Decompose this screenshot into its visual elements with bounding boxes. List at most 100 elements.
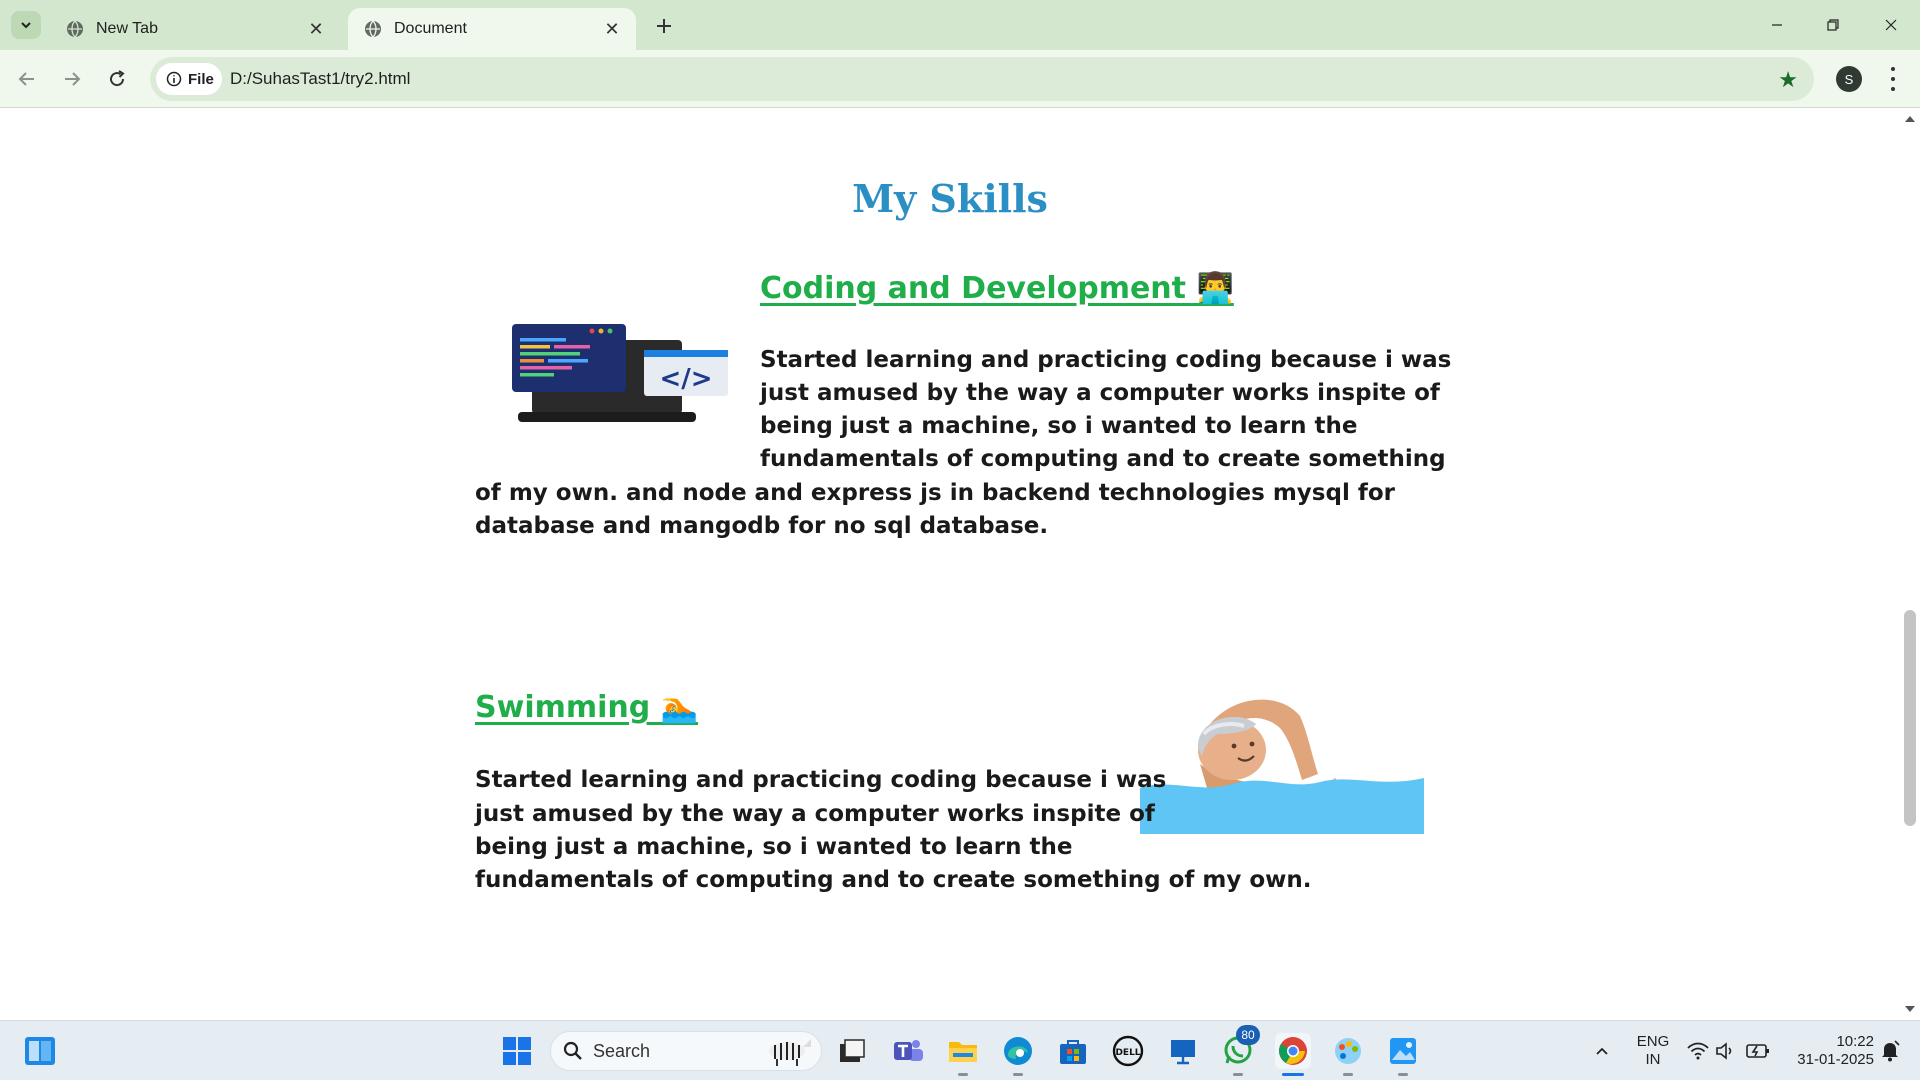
coding-paragraph-line: database and mangodb for no sql database… bbox=[475, 513, 1049, 539]
edge-app[interactable] bbox=[1000, 1033, 1036, 1069]
running-indicator bbox=[1233, 1073, 1243, 1076]
page-title: My Skills bbox=[852, 176, 1048, 221]
globe-icon bbox=[67, 20, 83, 38]
scroll-thumb[interactable] bbox=[1904, 610, 1916, 826]
swimming-paragraph-line: just amused by the way a computer works … bbox=[475, 801, 1155, 827]
monitor-icon bbox=[1171, 1040, 1195, 1065]
running-indicator bbox=[958, 1073, 968, 1076]
svg-text:DELL: DELL bbox=[1115, 1048, 1140, 1058]
swimming-paragraph-line: fundamentals of computing and to create … bbox=[475, 867, 1312, 893]
microsoft-store-app[interactable] bbox=[1055, 1033, 1091, 1069]
chevron-up-icon bbox=[1596, 1047, 1608, 1055]
svg-text:</>: </> bbox=[659, 364, 712, 394]
dell-app[interactable]: DELL bbox=[1110, 1033, 1146, 1069]
chip-label: File bbox=[188, 70, 214, 88]
close-icon bbox=[1885, 19, 1897, 31]
address-bar[interactable]: File D:/SuhasTast1/try2.html ★ bbox=[150, 57, 1814, 101]
photos-app[interactable] bbox=[1385, 1033, 1421, 1069]
tab-search-button[interactable] bbox=[11, 11, 41, 39]
section-heading-swimming: Swimming 🏊 bbox=[475, 690, 699, 725]
teams-icon bbox=[894, 1040, 923, 1061]
restore-button[interactable] bbox=[1810, 8, 1856, 42]
widgets-icon bbox=[25, 1037, 55, 1065]
coding-paragraph-line: fundamentals of computing and to create … bbox=[760, 446, 1446, 472]
tab-title: Document bbox=[394, 20, 467, 37]
task-view-icon bbox=[840, 1039, 865, 1062]
search-icon bbox=[563, 1041, 582, 1060]
volume-control[interactable] bbox=[1708, 1033, 1744, 1069]
minimize-button[interactable] bbox=[1754, 8, 1800, 42]
close-icon[interactable]: ✕ bbox=[602, 19, 622, 39]
globe-icon bbox=[365, 20, 381, 38]
wifi-icon bbox=[1687, 1042, 1709, 1060]
coding-paragraph-line: of my own. and node and express js in ba… bbox=[475, 480, 1395, 506]
profile-initial: S bbox=[1844, 71, 1854, 87]
notification-badge: 80 bbox=[1236, 1025, 1260, 1045]
notifications-button[interactable] bbox=[1872, 1033, 1908, 1069]
plus-icon bbox=[657, 19, 671, 33]
active-indicator bbox=[1282, 1073, 1304, 1076]
coding-paragraph-line: being just a machine, so i wanted to lea… bbox=[760, 413, 1358, 439]
monitor-app[interactable] bbox=[1165, 1033, 1201, 1069]
vertical-scrollbar[interactable] bbox=[1900, 108, 1920, 1020]
minimize-icon bbox=[1772, 24, 1782, 26]
battery-status[interactable] bbox=[1740, 1033, 1776, 1069]
language-code: ENG bbox=[1636, 1033, 1670, 1050]
swimmer-illustration-icon bbox=[1140, 699, 1424, 834]
kebab-menu-icon[interactable] bbox=[1884, 64, 1902, 94]
running-indicator bbox=[1013, 1073, 1023, 1076]
tab-strip: New Tab ✕ Document ✕ bbox=[0, 0, 1920, 50]
laptop-code-illustration-icon: </> bbox=[512, 324, 728, 422]
input-language[interactable]: ENG IN bbox=[1632, 1033, 1674, 1069]
tab-document[interactable]: Document ✕ bbox=[348, 8, 636, 50]
battery-charging-icon bbox=[1746, 1044, 1769, 1058]
bookmark-star-icon[interactable]: ★ bbox=[1778, 67, 1798, 93]
forward-button[interactable] bbox=[57, 64, 87, 94]
widgets-button[interactable] bbox=[22, 1033, 58, 1069]
start-button[interactable] bbox=[499, 1033, 535, 1069]
zebra-icon bbox=[769, 1039, 811, 1066]
arrow-right-icon bbox=[65, 72, 81, 86]
search-placeholder: Search bbox=[593, 1040, 651, 1061]
folder-icon bbox=[949, 1042, 977, 1062]
url-text[interactable]: D:/SuhasTast1/try2.html bbox=[230, 69, 410, 89]
swimming-paragraph-line: being just a machine, so i wanted to lea… bbox=[475, 834, 1073, 860]
file-explorer-app[interactable] bbox=[945, 1033, 981, 1069]
swimming-paragraph-line: Started learning and practicing coding b… bbox=[475, 767, 1167, 793]
store-bag-icon bbox=[1060, 1040, 1086, 1064]
teams-app[interactable] bbox=[890, 1033, 926, 1069]
chrome-icon bbox=[1279, 1037, 1307, 1065]
reload-icon bbox=[110, 70, 125, 87]
profile-avatar[interactable]: S bbox=[1836, 66, 1862, 92]
tab-new-tab[interactable]: New Tab ✕ bbox=[50, 8, 340, 50]
close-window-button[interactable] bbox=[1868, 8, 1914, 42]
browser-toolbar: File D:/SuhasTast1/try2.html ★ S bbox=[0, 50, 1920, 108]
scroll-up-arrow-icon[interactable] bbox=[1905, 116, 1915, 122]
windows-taskbar: Search DELL 80 ENG IN 10:22 31-01-2025 bbox=[0, 1020, 1920, 1080]
clock[interactable]: 10:22 31-01-2025 bbox=[1780, 1033, 1874, 1069]
taskbar-search[interactable]: Search bbox=[550, 1031, 822, 1071]
dell-logo-icon: DELL bbox=[1112, 1035, 1144, 1067]
reload-button[interactable] bbox=[102, 64, 132, 94]
edge-browser-icon bbox=[1004, 1037, 1032, 1065]
site-info-chip[interactable]: File bbox=[156, 63, 222, 95]
clock-date: 31-01-2025 bbox=[1797, 1051, 1874, 1068]
back-button[interactable] bbox=[12, 64, 42, 94]
close-icon[interactable]: ✕ bbox=[306, 19, 326, 39]
page-viewport: My Skills Coding and Development 👨‍💻 </>… bbox=[0, 108, 1900, 1020]
new-tab-button[interactable] bbox=[650, 12, 678, 40]
chrome-app[interactable] bbox=[1275, 1033, 1311, 1069]
windows-logo-icon bbox=[503, 1037, 531, 1065]
clock-time: 10:22 bbox=[1836, 1033, 1874, 1050]
bell-icon bbox=[1882, 1040, 1900, 1062]
scroll-down-arrow-icon[interactable] bbox=[1905, 1006, 1915, 1012]
section-heading-coding: Coding and Development 👨‍💻 bbox=[760, 271, 1234, 306]
paint-app[interactable] bbox=[1330, 1033, 1366, 1069]
task-view-button[interactable] bbox=[834, 1033, 870, 1069]
show-hidden-icons-button[interactable] bbox=[1584, 1033, 1620, 1069]
coding-paragraph-line: Started learning and practicing coding b… bbox=[760, 347, 1452, 373]
region-code: IN bbox=[1645, 1051, 1661, 1068]
tab-title: New Tab bbox=[96, 20, 158, 37]
running-indicator bbox=[1398, 1073, 1408, 1076]
restore-icon bbox=[1827, 19, 1839, 31]
